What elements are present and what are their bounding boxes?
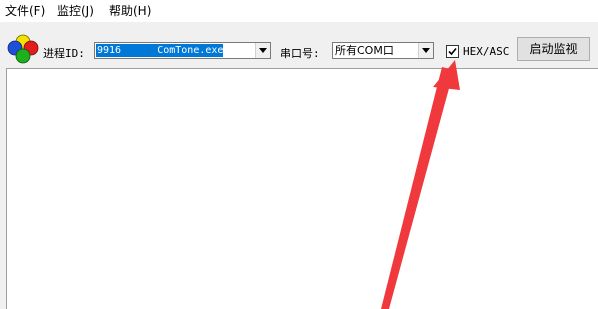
process-select[interactable]: 9916 ComTone.exe [94, 42, 271, 59]
start-monitor-button[interactable]: 启动监视 [517, 37, 590, 61]
com-port-select[interactable]: 所有COM口 [332, 42, 434, 59]
monitor-output-area[interactable] [6, 68, 598, 309]
menu-bar: 文件(F) 监控(J) 帮助(H) [0, 0, 598, 22]
chevron-down-icon [259, 48, 267, 53]
com-port-dropdown-button[interactable] [418, 43, 433, 58]
com-port-label: 串口号: [280, 47, 320, 60]
hex-asc-checkbox[interactable] [446, 45, 459, 58]
process-id-label: 进程ID: [43, 47, 85, 60]
com-port-selected-value: 所有COM口 [335, 44, 394, 57]
hex-asc-label: HEX/ASC [463, 45, 510, 58]
chevron-down-icon [422, 48, 430, 53]
menu-monitor[interactable]: 监控(J) [57, 4, 94, 18]
process-dropdown-button[interactable] [255, 43, 270, 58]
checkmark-icon [448, 47, 457, 56]
menu-file[interactable]: 文件(F) [5, 4, 45, 18]
menu-help[interactable]: 帮助(H) [109, 4, 151, 18]
process-selected-value: 9916 ComTone.exe [96, 44, 224, 57]
app-logo-icon [7, 34, 39, 64]
